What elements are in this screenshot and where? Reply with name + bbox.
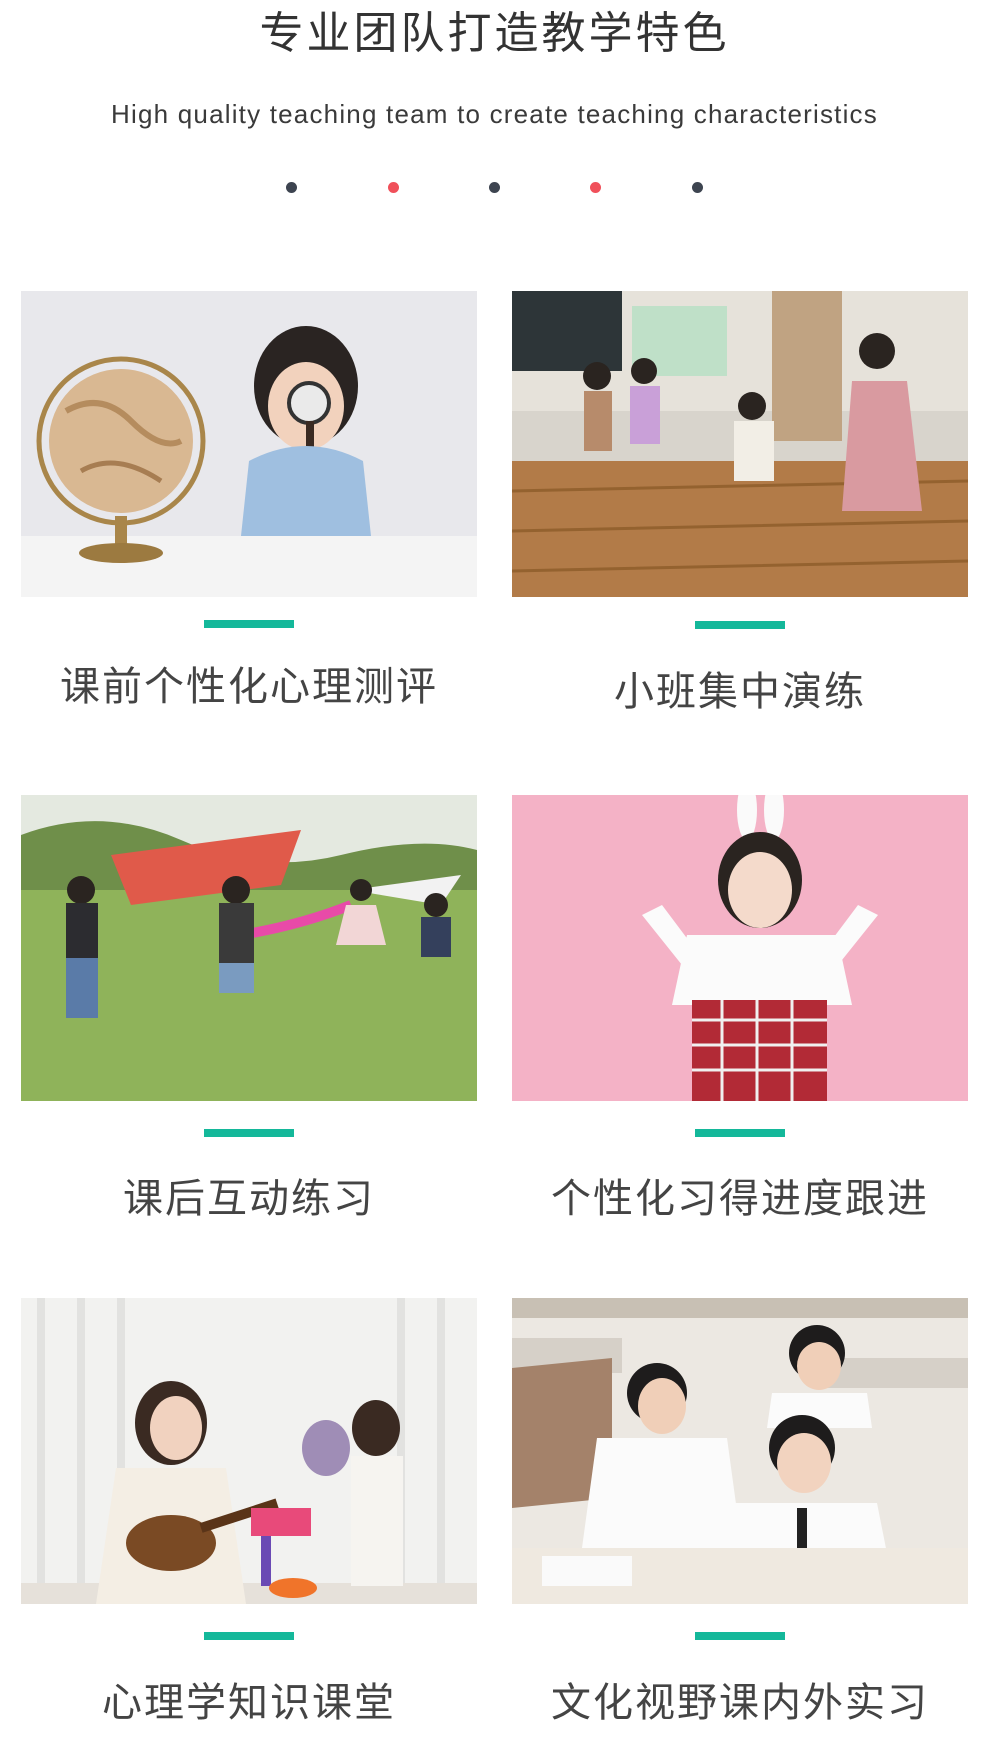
section-title: 专业团队打造教学特色 [259, 8, 730, 59]
decorative-dots [0, 182, 989, 196]
accent-bar [695, 1632, 785, 1640]
teacher-ukulele-with-girl-photo [21, 1298, 477, 1604]
accent-bar [204, 1632, 294, 1640]
feature-label: 课后互动练习 [123, 1176, 375, 1222]
dot-3 [489, 182, 500, 193]
feature-label: 文化视野课内外实习 [551, 1680, 929, 1726]
children-playing-in-classroom-photo [512, 291, 968, 597]
feature-label: 个性化习得进度跟进 [551, 1176, 929, 1222]
feature-label: 心理学知识课堂 [102, 1680, 396, 1726]
dot-5 [692, 182, 703, 193]
children-running-with-kites-photo [21, 795, 477, 1101]
students-in-classroom-photo [512, 1298, 968, 1604]
dot-1 [286, 182, 297, 193]
accent-bar [204, 1129, 294, 1137]
accent-bar [695, 621, 785, 629]
feature-label: 小班集中演练 [614, 669, 866, 715]
accent-bar [204, 620, 294, 628]
dot-4 [590, 182, 601, 193]
section-subtitle: High quality teaching team to create tea… [111, 99, 878, 129]
dot-2 [388, 182, 399, 193]
accent-bar [695, 1129, 785, 1137]
girl-with-bunny-ears-on-pink-photo [512, 795, 968, 1101]
girl-with-globe-and-magnifier-photo [21, 291, 477, 597]
feature-label: 课前个性化心理测评 [60, 664, 438, 710]
